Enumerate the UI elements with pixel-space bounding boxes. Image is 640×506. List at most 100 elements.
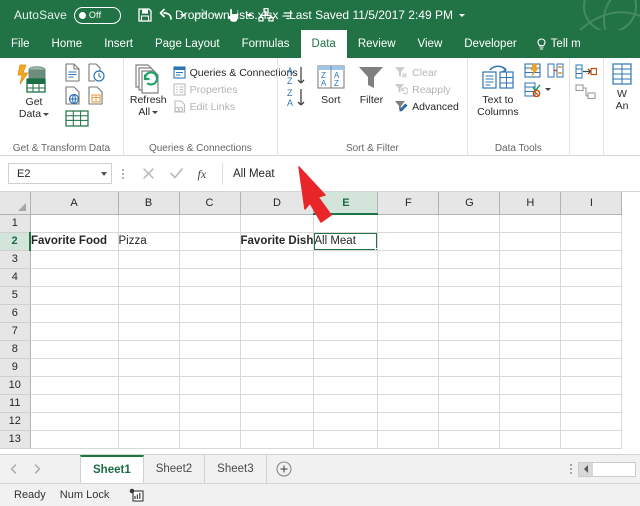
cell-g12[interactable] bbox=[438, 412, 501, 431]
column-header-g[interactable]: G bbox=[438, 192, 501, 215]
cell-b8[interactable] bbox=[118, 340, 180, 359]
cell-c10[interactable] bbox=[179, 376, 241, 395]
cell-a11[interactable] bbox=[30, 394, 119, 413]
column-header-f[interactable]: F bbox=[377, 192, 440, 215]
cell-c13[interactable] bbox=[179, 430, 241, 449]
cell-b11[interactable] bbox=[118, 394, 180, 413]
cell-b10[interactable] bbox=[118, 376, 180, 395]
cell-i10[interactable] bbox=[560, 376, 623, 395]
cell-i7[interactable] bbox=[560, 322, 623, 341]
cell-i9[interactable] bbox=[560, 358, 623, 377]
relationships-icon[interactable] bbox=[575, 84, 597, 100]
tab-formulas[interactable]: Formulas bbox=[231, 30, 301, 58]
tab-insert[interactable]: Insert bbox=[93, 30, 144, 58]
formula-input[interactable]: All Meat bbox=[222, 162, 634, 185]
cell-i4[interactable] bbox=[560, 268, 623, 287]
cell-e11[interactable] bbox=[313, 394, 379, 413]
cell-g3[interactable] bbox=[438, 250, 501, 269]
cell-g13[interactable] bbox=[438, 430, 501, 449]
touch-mouse-mode-icon[interactable] bbox=[223, 4, 243, 26]
from-text-csv-icon[interactable] bbox=[64, 63, 81, 82]
cell-b2[interactable]: Pizza bbox=[118, 232, 180, 251]
data-validation-icon[interactable] bbox=[524, 82, 541, 97]
cell-a8[interactable] bbox=[30, 340, 119, 359]
cell-c3[interactable] bbox=[179, 250, 241, 269]
row-header-9[interactable]: 9 bbox=[0, 358, 31, 377]
cell-g9[interactable] bbox=[438, 358, 501, 377]
cell-g5[interactable] bbox=[438, 286, 501, 305]
row-header-10[interactable]: 10 bbox=[0, 376, 31, 395]
data-validation-chevron-down-icon[interactable] bbox=[544, 88, 551, 91]
cell-d2[interactable]: Favorite Dish bbox=[240, 232, 315, 251]
cell-i3[interactable] bbox=[560, 250, 623, 269]
refresh-all-button[interactable]: Refresh All bbox=[130, 62, 167, 118]
column-header-d[interactable]: D bbox=[240, 192, 315, 215]
what-if-analysis-icon[interactable] bbox=[609, 62, 635, 88]
cell-e10[interactable] bbox=[313, 376, 379, 395]
cell-f8[interactable] bbox=[377, 340, 440, 359]
remove-duplicates-icon[interactable] bbox=[547, 63, 564, 78]
cell-e4[interactable] bbox=[313, 268, 379, 287]
row-header-1[interactable]: 1 bbox=[0, 214, 31, 233]
tab-review[interactable]: Review bbox=[347, 30, 407, 58]
cell-a10[interactable] bbox=[30, 376, 119, 395]
cell-f3[interactable] bbox=[377, 250, 440, 269]
cell-g11[interactable] bbox=[438, 394, 501, 413]
row-header-12[interactable]: 12 bbox=[0, 412, 31, 431]
cell-d3[interactable] bbox=[240, 250, 315, 269]
cell-a12[interactable] bbox=[30, 412, 119, 431]
row-header-11[interactable]: 11 bbox=[0, 394, 31, 413]
row-header-6[interactable]: 6 bbox=[0, 304, 31, 323]
cell-e5[interactable] bbox=[313, 286, 379, 305]
insert-function-icon[interactable]: fx bbox=[190, 163, 218, 185]
cell-b1[interactable] bbox=[118, 214, 180, 233]
column-header-h[interactable]: H bbox=[499, 192, 562, 215]
cell-a7[interactable] bbox=[30, 322, 119, 341]
from-table-range-icon[interactable] bbox=[87, 86, 104, 105]
cell-f9[interactable] bbox=[377, 358, 440, 377]
tab-page-layout[interactable]: Page Layout bbox=[144, 30, 231, 58]
cell-c1[interactable] bbox=[179, 214, 241, 233]
filter-button[interactable]: Filter bbox=[353, 62, 391, 106]
row-header-8[interactable]: 8 bbox=[0, 340, 31, 359]
cell-e12[interactable] bbox=[313, 412, 379, 431]
customize-quick-access-toolbar-icon[interactable] bbox=[256, 4, 276, 26]
cell-h5[interactable] bbox=[499, 286, 562, 305]
fill-handle[interactable] bbox=[375, 247, 377, 249]
cell-b9[interactable] bbox=[118, 358, 180, 377]
record-macro-button[interactable] bbox=[129, 488, 144, 502]
touch-mode-chevron-down-icon[interactable] bbox=[245, 4, 254, 26]
cell-f12[interactable] bbox=[377, 412, 440, 431]
row-header-5[interactable]: 5 bbox=[0, 286, 31, 305]
cell-e13[interactable] bbox=[313, 430, 379, 449]
horizontal-scrollbar[interactable] bbox=[578, 461, 636, 477]
cell-d11[interactable] bbox=[240, 394, 315, 413]
name-box[interactable]: E2 bbox=[8, 163, 112, 184]
cell-h7[interactable] bbox=[499, 322, 562, 341]
cell-g7[interactable] bbox=[438, 322, 501, 341]
cell-e8[interactable] bbox=[313, 340, 379, 359]
autosave-toggle[interactable]: Off bbox=[73, 6, 121, 24]
cell-a6[interactable] bbox=[30, 304, 119, 323]
previous-sheet-icon[interactable] bbox=[8, 464, 18, 474]
cell-d4[interactable] bbox=[240, 268, 315, 287]
tell-me-search[interactable]: Tell m bbox=[528, 30, 581, 58]
column-header-i[interactable]: I bbox=[560, 192, 623, 215]
cell-i1[interactable] bbox=[560, 214, 623, 233]
cell-f1[interactable] bbox=[377, 214, 440, 233]
column-header-c[interactable]: C bbox=[179, 192, 241, 215]
cell-c9[interactable] bbox=[179, 358, 241, 377]
row-header-3[interactable]: 3 bbox=[0, 250, 31, 269]
cell-g2[interactable] bbox=[438, 232, 501, 251]
undo-dropdown-chevron-down-icon[interactable] bbox=[179, 4, 188, 26]
cell-d8[interactable] bbox=[240, 340, 315, 359]
cell-e3[interactable] bbox=[313, 250, 379, 269]
cell-g10[interactable] bbox=[438, 376, 501, 395]
horizontal-split-grip[interactable] bbox=[570, 464, 572, 474]
cell-i12[interactable] bbox=[560, 412, 623, 431]
next-sheet-icon[interactable] bbox=[32, 464, 42, 474]
cell-b12[interactable] bbox=[118, 412, 180, 431]
cell-h9[interactable] bbox=[499, 358, 562, 377]
cell-f11[interactable] bbox=[377, 394, 440, 413]
cell-b3[interactable] bbox=[118, 250, 180, 269]
